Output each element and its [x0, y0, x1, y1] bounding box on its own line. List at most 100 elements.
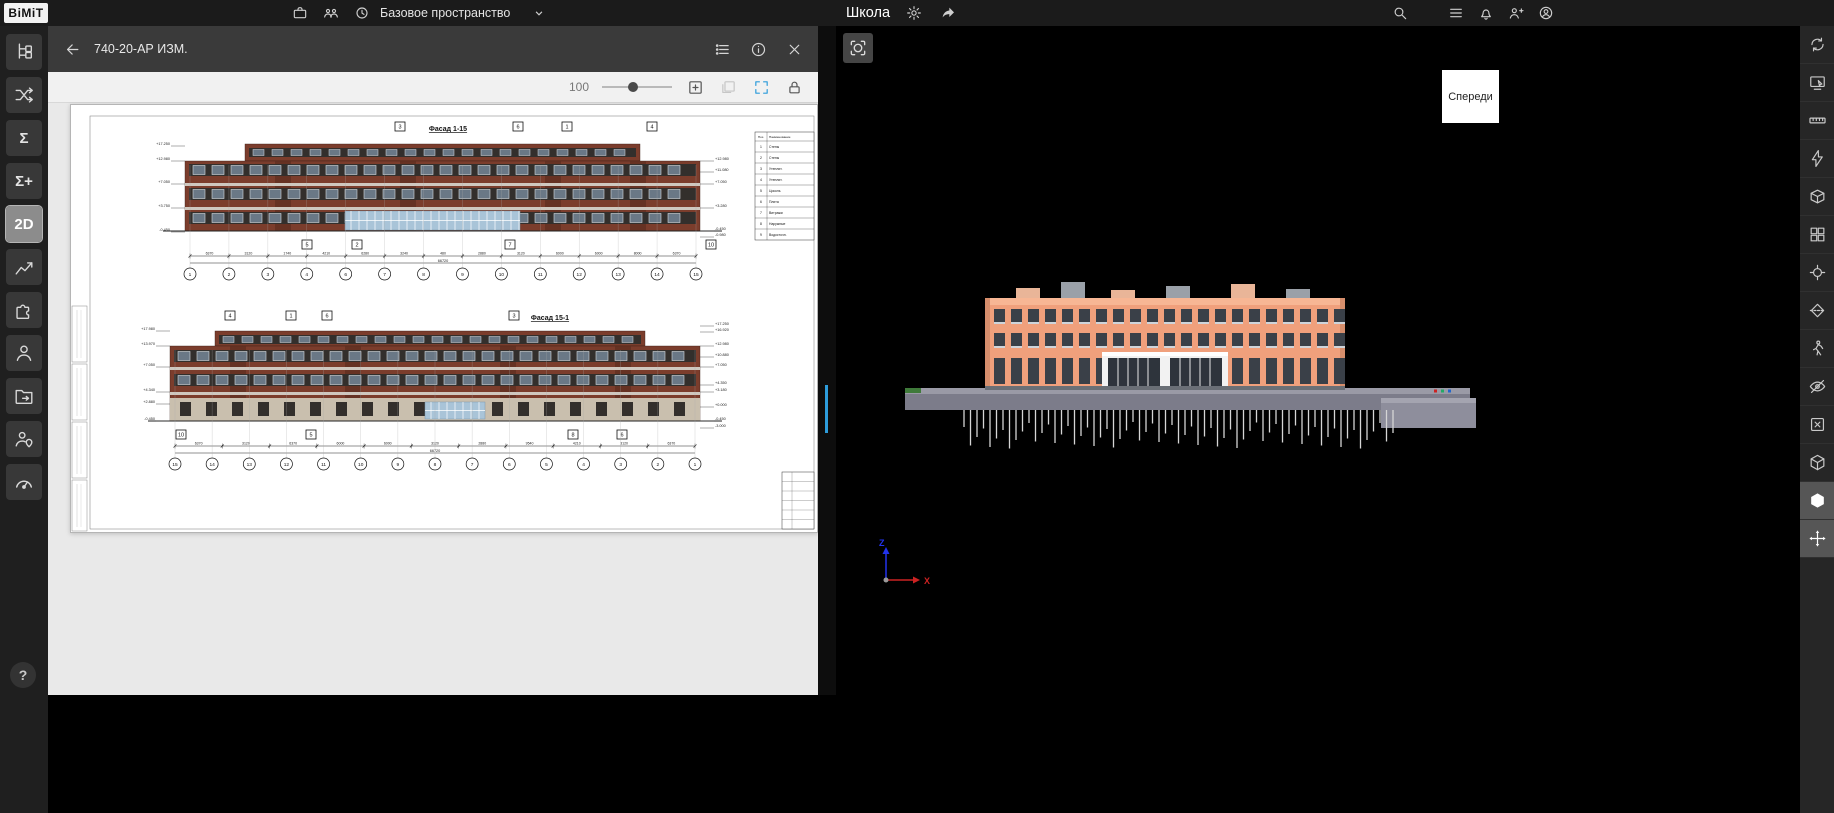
walkthrough-icon[interactable]: [1800, 330, 1834, 368]
notifications-bell-icon[interactable]: [1476, 3, 1496, 23]
svg-text:1: 1: [189, 272, 192, 278]
svg-text:Наружные: Наружные: [769, 222, 785, 226]
sidebar-item-connections[interactable]: [6, 77, 42, 113]
fullscreen-icon[interactable]: [751, 77, 771, 97]
svg-text:Водосточн.: Водосточн.: [769, 233, 787, 237]
projects-briefcase-icon[interactable]: [290, 3, 310, 23]
history-clock-icon[interactable]: [352, 3, 372, 23]
svg-text:3120: 3120: [244, 251, 252, 255]
svg-text:1: 1: [760, 145, 762, 149]
account-icon[interactable]: [1536, 3, 1556, 23]
sidebar-item-users[interactable]: [6, 335, 42, 371]
svg-text:10: 10: [358, 462, 364, 468]
share-icon[interactable]: [938, 3, 958, 23]
svg-text:7: 7: [760, 211, 762, 215]
svg-text:-0.450: -0.450: [715, 227, 726, 231]
svg-text:Витражи: Витражи: [769, 211, 783, 215]
sidebar-item-sums-add[interactable]: Σ+: [6, 163, 42, 199]
visibility-off-icon[interactable]: [1800, 368, 1834, 406]
svg-text:5: 5: [545, 462, 548, 468]
orbit-rotate-icon[interactable]: [1800, 26, 1834, 64]
svg-text:3120: 3120: [517, 251, 525, 255]
svg-text:-0.450: -0.450: [715, 417, 726, 421]
flash-icon[interactable]: [1800, 140, 1834, 178]
svg-text:4: 4: [228, 314, 231, 320]
add-user-icon[interactable]: [1506, 3, 1526, 23]
svg-text:X: X: [924, 576, 930, 586]
svg-text:7: 7: [508, 243, 511, 249]
drawing-canvas[interactable]: Фасад 1-15361452710+17.250+12.980+7.050+…: [48, 102, 818, 695]
view-cube-front[interactable]: Спереди: [1442, 70, 1499, 123]
svg-text:6370: 6370: [195, 441, 203, 445]
fit-page-icon[interactable]: [685, 77, 705, 97]
workspace-selector[interactable]: Базовое пространство: [380, 0, 546, 26]
delete-box-icon[interactable]: [1800, 406, 1834, 444]
svg-text:Плита: Плита: [769, 200, 779, 204]
settings-gear-icon[interactable]: [904, 3, 924, 23]
measure-ruler-icon[interactable]: [1800, 102, 1834, 140]
svg-text:480: 480: [440, 251, 446, 255]
svg-text:+17.250: +17.250: [156, 142, 170, 146]
svg-text:8: 8: [760, 222, 762, 226]
svg-text:3: 3: [619, 462, 622, 468]
sidebar-item-charts[interactable]: [6, 249, 42, 285]
svg-text:6: 6: [344, 272, 347, 278]
sidebar-item-model-structure[interactable]: [6, 34, 42, 70]
sidebar-item-plugins[interactable]: [6, 292, 42, 328]
svg-text:2: 2: [760, 156, 762, 160]
svg-text:+4.340: +4.340: [143, 388, 155, 392]
team-icon[interactable]: [321, 3, 341, 23]
svg-text:6: 6: [325, 314, 328, 320]
sidebar-item-2d-drawings[interactable]: 2D: [6, 206, 42, 242]
svg-text:6370: 6370: [667, 441, 675, 445]
svg-text:14: 14: [654, 272, 660, 278]
drawing-panel-header: 740-20-АР ИЗМ.: [48, 26, 818, 72]
camera-view-icon[interactable]: [843, 33, 873, 63]
line-chart-icon: [13, 256, 35, 278]
viewports-grid-icon[interactable]: [1800, 216, 1834, 254]
panel-divider[interactable]: [825, 385, 828, 433]
svg-text:7: 7: [471, 462, 474, 468]
close-icon[interactable]: [784, 39, 804, 59]
tree-structure-icon: [13, 41, 35, 63]
section-plane-icon[interactable]: [1800, 292, 1834, 330]
zoom-slider-knob[interactable]: [628, 82, 638, 92]
svg-text:11: 11: [321, 462, 326, 468]
back-arrow-icon[interactable]: [62, 39, 82, 59]
svg-text:4: 4: [582, 462, 585, 468]
svg-text:3: 3: [760, 167, 762, 171]
model-viewport[interactable]: Спереди ZX: [836, 26, 1800, 813]
info-icon[interactable]: [748, 39, 768, 59]
search-icon[interactable]: [1390, 3, 1410, 23]
move-model-icon[interactable]: [1800, 520, 1834, 558]
sidebar-item-sums[interactable]: Σ: [6, 120, 42, 156]
svg-text:+12.980: +12.980: [715, 342, 729, 346]
lock-view-icon[interactable]: [784, 77, 804, 97]
svg-text:Поз.: Поз.: [758, 135, 764, 139]
list-menu-icon[interactable]: [1446, 3, 1466, 23]
sidebar-item-dashboard[interactable]: [6, 464, 42, 500]
svg-text:2: 2: [657, 462, 660, 468]
sidebar-item-responsibles[interactable]: [6, 421, 42, 457]
svg-text:+3.750: +3.750: [158, 204, 170, 208]
svg-text:9: 9: [397, 462, 400, 468]
drawing-panel: 740-20-АР ИЗМ. 100: [48, 26, 818, 695]
svg-text:5: 5: [305, 243, 308, 249]
sidebar-item-export[interactable]: [6, 378, 42, 414]
svg-text:+7.050: +7.050: [158, 180, 170, 184]
svg-text:12: 12: [284, 462, 290, 468]
screen-select-icon[interactable]: [1800, 64, 1834, 102]
focus-target-icon[interactable]: [1800, 254, 1834, 292]
perspective-box-icon[interactable]: [1800, 178, 1834, 216]
svg-text:5: 5: [760, 189, 762, 193]
help-button[interactable]: ?: [10, 662, 36, 688]
sheet-list-icon[interactable]: [712, 39, 732, 59]
zoom-slider[interactable]: [602, 86, 672, 88]
app-logo[interactable]: BiMiT: [4, 3, 48, 23]
document-title: 740-20-АР ИЗМ.: [94, 42, 188, 56]
clip-cube-icon[interactable]: [1800, 444, 1834, 482]
svg-text:Наименование: Наименование: [769, 135, 791, 139]
model-cube-icon[interactable]: [1800, 482, 1834, 520]
svg-text:2880: 2880: [478, 441, 486, 445]
svg-text:8: 8: [422, 272, 425, 278]
